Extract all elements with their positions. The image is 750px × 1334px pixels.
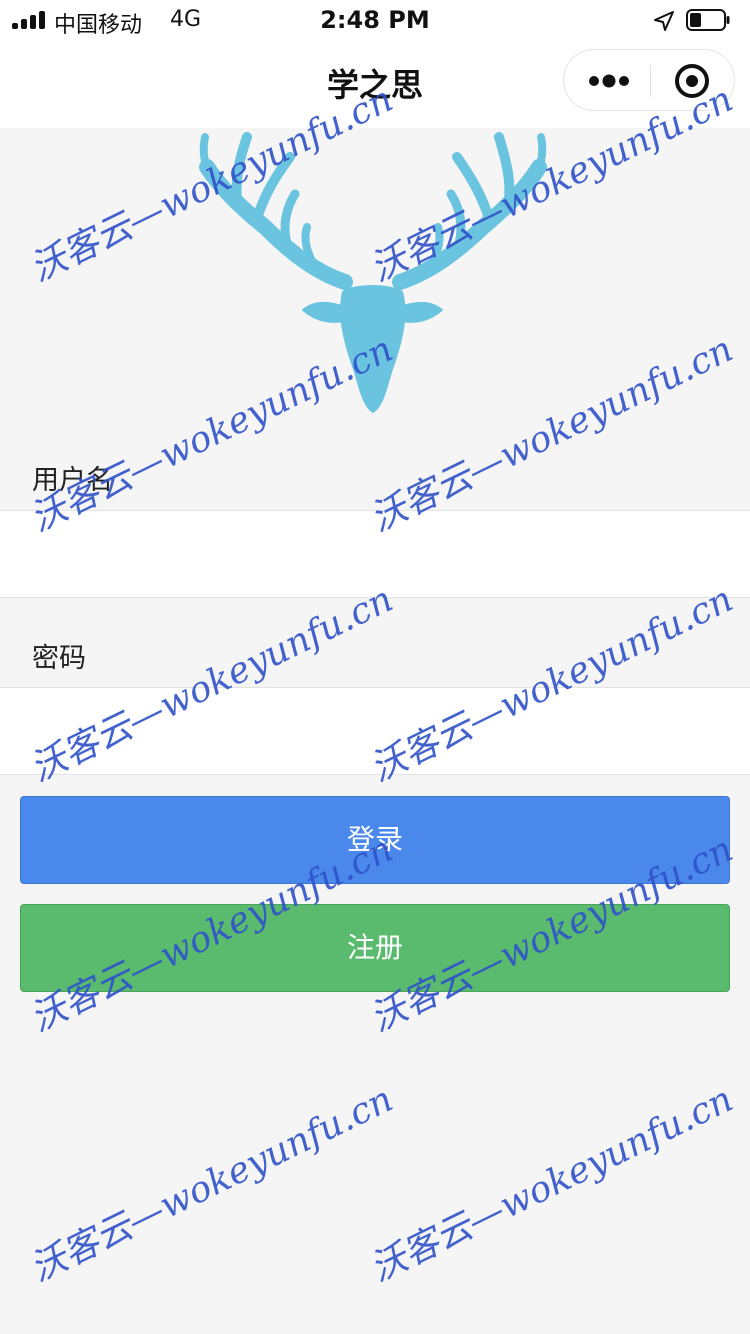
username-input[interactable] <box>0 511 750 597</box>
status-time: 2:48 PM <box>320 6 430 34</box>
status-bar: 中国移动 4G 2:48 PM <box>0 0 750 40</box>
watermark-text: 沃客云—wokeyunfu.cn <box>23 1078 400 1290</box>
capsule-divider <box>650 65 651 97</box>
password-label: 密码 <box>32 643 86 674</box>
more-icon[interactable] <box>588 70 630 92</box>
target-icon[interactable] <box>674 63 710 99</box>
battery-icon <box>686 9 730 31</box>
register-button[interactable]: 注册 <box>20 904 730 992</box>
mini-program-capsule <box>563 49 735 111</box>
location-arrow-icon <box>654 11 674 31</box>
username-label: 用户名 <box>32 465 113 496</box>
password-field-container <box>0 687 750 775</box>
username-field-container <box>0 510 750 598</box>
password-input[interactable] <box>0 688 750 774</box>
deer-logo <box>199 132 547 413</box>
watermark-text: 沃客云—wokeyunfu.cn <box>363 1078 740 1290</box>
navigation-bar: 学之思 <box>0 40 750 128</box>
login-button[interactable]: 登录 <box>20 796 730 884</box>
